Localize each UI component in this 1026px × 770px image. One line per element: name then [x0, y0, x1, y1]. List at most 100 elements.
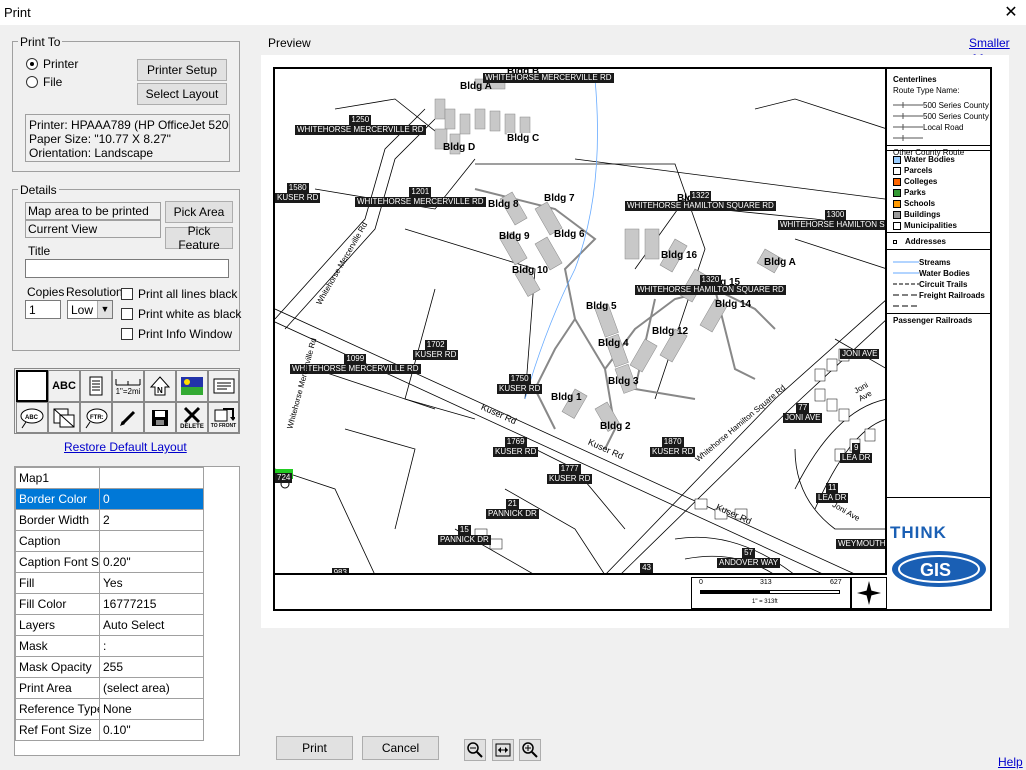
scale-bar: 0 313 627 1" = 313ft: [691, 577, 851, 609]
building-label: Bldg A: [764, 257, 796, 268]
property-value[interactable]: 2: [99, 509, 204, 531]
close-icon[interactable]: ✕: [996, 0, 1026, 25]
printer-radio[interactable]: [26, 58, 38, 70]
building-label: Bldg C: [507, 133, 540, 144]
address-label: WHITEHORSE MERCERVILLE RD: [483, 73, 614, 83]
pointer-tool-icon[interactable]: [16, 370, 48, 402]
street-name: ANDOVER WAY: [717, 558, 781, 568]
property-value[interactable]: 16777215: [99, 593, 204, 615]
legend-divider: [887, 232, 992, 233]
page-frame: Bldg A Bldg B Bldg C Bldg D Bldg 8 Bldg …: [273, 67, 992, 611]
property-row[interactable]: Border Color 0: [15, 488, 204, 510]
fit-page-icon[interactable]: [492, 739, 514, 761]
property-value[interactable]: Auto Select: [99, 614, 204, 636]
title-bar: Print ✕: [0, 0, 1026, 25]
legend-layer-item: Parcels: [893, 166, 932, 175]
help-link[interactable]: Help: [998, 755, 1023, 769]
street-name: KUSER RD: [413, 350, 459, 360]
file-radio[interactable]: [26, 76, 38, 88]
north-arrow-tool-icon[interactable]: N: [144, 370, 176, 402]
property-value[interactable]: None: [99, 698, 204, 720]
legend-layer-label: Buildings: [904, 210, 941, 219]
property-row[interactable]: Ref Font Size 0.10": [15, 719, 204, 741]
property-value[interactable]: :: [99, 635, 204, 657]
picture-tool-icon[interactable]: [176, 370, 208, 402]
property-row[interactable]: Caption: [15, 530, 204, 552]
street-name: LEA DR: [816, 493, 849, 503]
property-value[interactable]: [99, 530, 204, 552]
route-line-icon: [893, 134, 923, 141]
property-value[interactable]: 0.20": [99, 551, 204, 573]
pick-feature-button[interactable]: Pick Feature: [165, 224, 233, 252]
chevron-down-icon[interactable]: ▼: [97, 301, 112, 318]
pick-area-button[interactable]: Pick Area: [165, 201, 233, 223]
print-white-black-checkbox[interactable]: [121, 308, 133, 320]
legend-addresses: Addresses: [905, 237, 946, 246]
feature-callout-tool-icon[interactable]: FTR:: [80, 402, 112, 433]
property-row[interactable]: Fill Yes: [15, 572, 204, 594]
property-row[interactable]: Caption Font Size0.20": [15, 551, 204, 573]
address-number: 1250: [349, 115, 372, 125]
property-value[interactable]: 0.10": [99, 719, 204, 741]
properties-grid: Map1 Border Color 0 Border Width 2 Caption Ca…: [14, 466, 240, 756]
property-value[interactable]: (select area): [99, 677, 204, 699]
street-name: ANDOVER WAY: [615, 573, 678, 575]
street-name: WHITEHORSE MERCERVILLE RD: [355, 197, 486, 207]
print-lines-black-checkbox[interactable]: [121, 288, 133, 300]
overview-map-tool-icon[interactable]: [48, 402, 80, 433]
address-number: 1702: [424, 340, 447, 350]
restore-default-layout-link[interactable]: Restore Default Layout: [64, 440, 187, 454]
edit-tool-icon[interactable]: [112, 402, 144, 433]
property-row[interactable]: Mask:: [15, 635, 204, 657]
building-label: Bldg 5: [586, 301, 617, 312]
delete-tool-label: DELETE: [180, 423, 204, 430]
select-layout-button[interactable]: Select Layout: [137, 83, 227, 105]
legend-tool-icon[interactable]: [80, 370, 112, 402]
property-row[interactable]: Reference Type None: [15, 698, 204, 720]
text-box-tool-icon[interactable]: [208, 370, 239, 402]
address-number: 1750: [508, 374, 531, 384]
save-tool-icon[interactable]: [144, 402, 176, 433]
property-row[interactable]: Fill Color 16777215: [15, 593, 204, 615]
map-area[interactable]: Bldg A Bldg B Bldg C Bldg D Bldg 8 Bldg …: [275, 69, 887, 575]
property-value[interactable]: 255: [99, 656, 204, 678]
address-number: 1201: [409, 187, 432, 197]
compass-icon: [857, 581, 881, 605]
delete-tool-icon[interactable]: DELETE: [176, 402, 208, 433]
property-row[interactable]: Mask Opacity 255: [15, 656, 204, 678]
address-number: 724: [275, 473, 293, 483]
address-number: 43: [640, 563, 654, 573]
address-label: 1580 KUSER RD: [275, 179, 321, 203]
cancel-button[interactable]: Cancel: [362, 736, 439, 760]
scale-tick: 627: [830, 579, 842, 586]
callout-tool-icon[interactable]: ABC: [16, 402, 48, 433]
callout-icon: ABC: [20, 408, 44, 428]
print-button[interactable]: Print: [276, 736, 353, 760]
zoom-in-icon[interactable]: [519, 739, 541, 761]
street-name: WHITEHORSE HAMILTON SQUARE RD: [625, 201, 776, 211]
property-row[interactable]: Print Area (select area): [15, 677, 204, 699]
property-row[interactable]: Border Width 2: [15, 509, 204, 531]
logo-think: THINK: [890, 523, 947, 542]
building-label: Bldg 12: [652, 326, 689, 337]
title-input[interactable]: [25, 259, 229, 278]
zoom-out-icon[interactable]: [464, 739, 486, 761]
bring-to-front-tool-icon[interactable]: TO FRONT: [208, 402, 239, 433]
printer-setup-button[interactable]: Printer Setup: [137, 59, 227, 81]
printer-radio-label: Printer: [43, 57, 79, 71]
property-value[interactable]: 0: [99, 488, 204, 510]
text-tool-icon[interactable]: ABC: [48, 370, 80, 402]
address-number: 15: [457, 525, 471, 535]
layout-toolbar: ABC 1"=2mi N ABC FTR: DELETE TO FRONT: [14, 368, 240, 434]
legend-layer-item: Schools: [893, 199, 935, 208]
text-box-icon: [213, 378, 234, 394]
print-info-window-checkbox[interactable]: [121, 328, 133, 340]
copies-input[interactable]: 1: [25, 300, 61, 319]
resolution-select[interactable]: Low ▼: [67, 300, 113, 319]
scale-bar-tool-icon[interactable]: 1"=2mi: [112, 370, 144, 402]
legend-layer-label: Schools: [904, 199, 936, 208]
property-row[interactable]: Layers Auto Select: [15, 614, 204, 636]
property-value[interactable]: Yes: [99, 572, 204, 594]
legend-line-label: Passenger Railroads: [893, 316, 973, 325]
legend-layer-label: Parks: [904, 188, 926, 197]
